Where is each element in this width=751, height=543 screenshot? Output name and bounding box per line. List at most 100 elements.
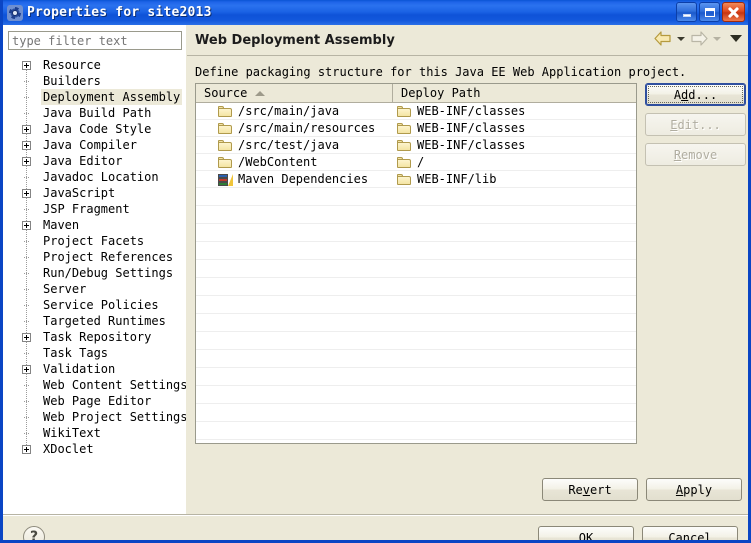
sidebar-item-label: Task Tags [43, 346, 109, 360]
forward-history-caret-icon [713, 36, 721, 41]
sidebar-item-label: Web Page Editor [43, 394, 152, 408]
table-empty-row [196, 350, 636, 368]
cell-source: /src/main/resources [196, 120, 393, 136]
tree-leaf-connector [24, 177, 29, 179]
tree-expand-icon[interactable] [22, 365, 31, 374]
column-header-deploy-path-label: Deploy Path [401, 86, 481, 100]
table-empty-row [196, 368, 636, 386]
sidebar-item-javascript[interactable]: JavaScript [8, 185, 181, 201]
sidebar-item-jsp-fragment[interactable]: JSP Fragment [8, 201, 181, 217]
table-empty-row [196, 242, 636, 260]
sidebar-item-java-build-path[interactable]: Java Build Path [8, 105, 181, 121]
sidebar-item-service-policies[interactable]: Service Policies [8, 297, 181, 313]
tree-leaf-connector [24, 113, 29, 115]
sidebar-item-label: Deployment Assembly [41, 89, 183, 105]
page-panel: Web Deployment Assembly Define packaging… [187, 25, 748, 515]
table-row[interactable]: /src/test/java WEB-INF/classes [196, 137, 636, 154]
tree-leaf-connector [24, 257, 29, 259]
sidebar-item-builders[interactable]: Builders [8, 73, 181, 89]
table-empty-row [196, 296, 636, 314]
table-empty-row [196, 440, 636, 443]
apply-button[interactable]: Apply [646, 478, 742, 501]
folder-icon [218, 139, 233, 151]
sidebar-item-web-project-settings[interactable]: Web Project Settings [8, 409, 186, 425]
sidebar-item-resource[interactable]: Resource [8, 57, 181, 73]
sidebar-item-validation[interactable]: Validation [8, 361, 181, 377]
forward-arrow-icon [690, 31, 708, 46]
sidebar-item-label: Resource [43, 58, 101, 72]
sidebar-item-xdoclet[interactable]: XDoclet [8, 441, 181, 457]
sidebar-item-deployment-assembly[interactable]: Deployment Assembly [8, 89, 183, 105]
cell-source-text: /src/main/resources [238, 121, 376, 135]
tree-leaf-connector [24, 433, 29, 435]
page-title: Web Deployment Assembly [195, 32, 395, 48]
sidebar-item-web-page-editor[interactable]: Web Page Editor [8, 393, 181, 409]
sidebar-item-run-debug-settings[interactable]: Run/Debug Settings [8, 265, 181, 281]
ok-button[interactable]: OK [538, 526, 634, 540]
sidebar-item-targeted-runtimes[interactable]: Targeted Runtimes [8, 313, 181, 329]
cancel-button[interactable]: Cancel [642, 526, 738, 540]
sort-ascending-icon [255, 90, 266, 96]
close-button[interactable] [722, 2, 745, 22]
back-history-caret-icon[interactable] [677, 36, 685, 41]
sidebar-item-java-editor[interactable]: Java Editor [8, 153, 181, 169]
table-row[interactable]: /WebContent / [196, 154, 636, 171]
tree-expand-icon[interactable] [22, 445, 31, 454]
cell-deploy-path: WEB-INF/classes [393, 137, 636, 153]
sidebar-item-java-compiler[interactable]: Java Compiler [8, 137, 181, 153]
tree-leaf-connector [24, 385, 29, 387]
table-row[interactable]: Maven Dependencies WEB-INF/lib [196, 171, 636, 188]
apply-buttons: Revert Apply [542, 478, 742, 501]
chevron-down-icon[interactable] [730, 35, 742, 42]
cell-deploy-path-text: WEB-INF/classes [417, 104, 526, 118]
sidebar-item-label: JavaScript [43, 186, 116, 200]
sidebar-item-java-code-style[interactable]: Java Code Style [8, 121, 181, 137]
cell-deploy-path: WEB-INF/lib [393, 171, 636, 187]
sidebar-item-task-tags[interactable]: Task Tags [8, 345, 181, 361]
assembly-table[interactable]: Source Deploy Path /src/main/java WEB-INF… [195, 83, 637, 444]
filter-input[interactable] [8, 31, 182, 50]
table-empty-row [196, 404, 636, 422]
cell-source: /src/test/java [196, 137, 393, 153]
table-row[interactable]: /src/main/java WEB-INF/classes [196, 103, 636, 120]
focus-ring [648, 86, 743, 103]
remove-button: Remove [645, 143, 746, 166]
sidebar-item-label: WikiText [43, 426, 101, 440]
gear-icon [7, 4, 23, 21]
dialog-content: ResourceBuildersDeployment AssemblyJava … [3, 25, 748, 515]
cell-source-text: /src/test/java [238, 138, 340, 152]
sidebar-item-task-repository[interactable]: Task Repository [8, 329, 181, 345]
tree-expand-icon[interactable] [22, 189, 31, 198]
tree-expand-icon[interactable] [22, 125, 31, 134]
back-arrow-icon[interactable] [654, 31, 672, 46]
sidebar-item-javadoc-location[interactable]: Javadoc Location [8, 169, 181, 185]
maximize-button[interactable] [699, 2, 720, 22]
folder-icon [397, 139, 412, 151]
question-mark-icon[interactable]: ? [23, 526, 45, 540]
revert-button[interactable]: Revert [542, 478, 638, 501]
table-row[interactable]: /src/main/resources WEB-INF/classes [196, 120, 636, 137]
tree-expand-icon[interactable] [22, 157, 31, 166]
tree-expand-icon[interactable] [22, 221, 31, 230]
column-header-source[interactable]: Source [196, 84, 393, 102]
cell-deploy-path-text: WEB-INF/classes [417, 121, 526, 135]
tree-expand-icon[interactable] [22, 333, 31, 342]
sidebar-item-server[interactable]: Server [8, 281, 181, 297]
column-header-deploy-path[interactable]: Deploy Path [393, 84, 636, 102]
add-button[interactable]: Add... [645, 83, 746, 106]
sidebar-item-project-facets[interactable]: Project Facets [8, 233, 181, 249]
sidebar-item-maven[interactable]: Maven [8, 217, 181, 233]
sidebar-item-web-content-settings[interactable]: Web Content Settings [8, 377, 186, 393]
title-bar[interactable]: Properties for site2013 [3, 0, 748, 25]
tree-leaf-connector [24, 97, 29, 99]
table-body: /src/main/java WEB-INF/classes/src/main/r… [196, 103, 636, 443]
tree-expand-icon[interactable] [22, 141, 31, 150]
table-empty-row [196, 332, 636, 350]
cell-source: /src/main/java [196, 103, 393, 119]
sidebar-item-wikitext[interactable]: WikiText [8, 425, 181, 441]
table-action-buttons: Add... Edit... Remove [645, 83, 746, 173]
minimize-button[interactable] [676, 2, 697, 22]
sidebar-item-project-references[interactable]: Project References [8, 249, 181, 265]
sidebar-item-label: Maven [43, 218, 80, 232]
tree-expand-icon[interactable] [22, 61, 31, 70]
